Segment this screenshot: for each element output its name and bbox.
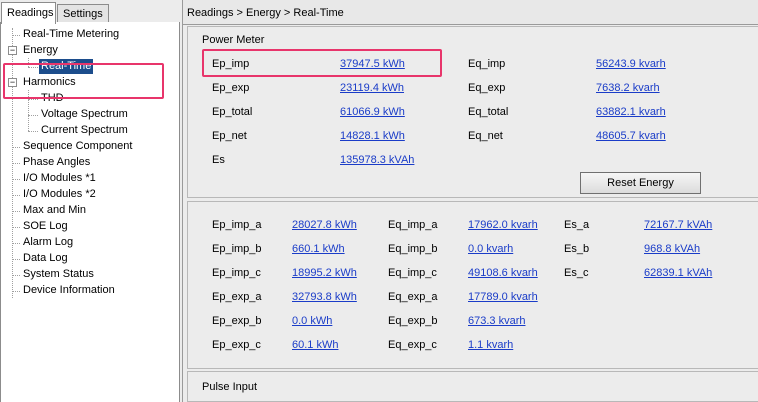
es-c-label: Es_c: [564, 267, 589, 279]
left-panel: Readings Settings − − Real-Time Metering…: [0, 0, 180, 402]
es-a-label: Es_a: [564, 219, 590, 231]
eq-imp-c-label: Eq_imp_c: [388, 267, 437, 279]
tree-branch-line: [12, 291, 20, 292]
tab-settings[interactable]: Settings: [57, 4, 109, 23]
tree-branch-line: [12, 179, 20, 180]
eq-total-label: Eq_total: [468, 106, 509, 118]
ep-exp-b-label: Ep_exp_b: [212, 315, 262, 327]
phase-energy-section: Ep_imp_a 28027.8 kWh Eq_imp_a 17962.0 kv…: [187, 201, 758, 369]
ep-imp-a-value[interactable]: 28027.8 kWh: [292, 219, 357, 231]
ep-total-label: Ep_total: [212, 106, 253, 118]
eq-exp-c-value[interactable]: 1.1 kvarh: [468, 339, 513, 351]
es-a-value[interactable]: 72167.7 kVAh: [644, 219, 712, 231]
eq-total-value[interactable]: 63882.1 kvarh: [596, 106, 666, 118]
eq-imp-a-label: Eq_imp_a: [388, 219, 438, 231]
ep-exp-a-label: Ep_exp_a: [212, 291, 262, 303]
tree-branch-line: [12, 259, 20, 260]
es-b-label: Es_b: [564, 243, 590, 255]
pulse-input-section: Pulse Input: [187, 371, 758, 402]
ep-imp-b-value[interactable]: 660.1 kWh: [292, 243, 345, 255]
highlight-box: [3, 63, 164, 99]
tree-item-voltage-spectrum[interactable]: Voltage Spectrum: [41, 107, 128, 122]
ep-net-value[interactable]: 14828.1 kWh: [340, 130, 405, 142]
ep-imp-label: Ep_imp: [212, 58, 250, 70]
tree-branch-line: [12, 211, 20, 212]
es-c-value[interactable]: 62839.1 kVAh: [644, 267, 712, 279]
tree-branch-line: [12, 163, 20, 164]
tree-item-data-log[interactable]: Data Log: [23, 251, 68, 266]
navigation-tree: − − Real-Time Metering Energy Real-Time …: [0, 22, 180, 402]
ep-exp-c-value[interactable]: 60.1 kWh: [292, 339, 338, 351]
tree-item-max-and-min[interactable]: Max and Min: [23, 203, 86, 218]
ep-exp-label: Ep_exp: [212, 82, 250, 94]
collapse-energy-icon[interactable]: −: [8, 46, 17, 55]
eq-exp-b-value[interactable]: 673.3 kvarh: [468, 315, 525, 327]
eq-exp-label: Eq_exp: [468, 82, 506, 94]
tree-item-io-modules-1[interactable]: I/O Modules *1: [23, 171, 96, 186]
es-label: Es: [212, 154, 225, 166]
ep-net-label: Ep_net: [212, 130, 247, 142]
ep-imp-c-label: Ep_imp_c: [212, 267, 261, 279]
tree-branch-line: [12, 35, 20, 36]
eq-exp-c-label: Eq_exp_c: [388, 339, 437, 351]
eq-imp-b-label: Eq_imp_b: [388, 243, 438, 255]
ep-exp-c-label: Ep_exp_c: [212, 339, 261, 351]
ep-exp-b-value[interactable]: 0.0 kWh: [292, 315, 332, 327]
eq-exp-a-value[interactable]: 17789.0 kvarh: [468, 291, 538, 303]
tab-readings[interactable]: Readings: [1, 2, 56, 24]
ep-exp-value[interactable]: 23119.4 kWh: [340, 82, 404, 94]
section-title: Power Meter: [202, 34, 265, 46]
tree-item-energy[interactable]: Energy: [23, 43, 58, 58]
ep-imp-value[interactable]: 37947.5 kWh: [340, 58, 405, 70]
content-panel: Readings > Energy > Real-Time Power Mete…: [182, 0, 758, 402]
es-b-value[interactable]: 968.8 kVAh: [644, 243, 700, 255]
tree-branch-line: [12, 195, 20, 196]
tree-item-system-status[interactable]: System Status: [23, 267, 94, 282]
tree-item-soe-log[interactable]: SOE Log: [23, 219, 68, 234]
eq-imp-label: Eq_imp: [468, 58, 506, 70]
eq-imp-a-value[interactable]: 17962.0 kvarh: [468, 219, 538, 231]
ep-imp-a-label: Ep_imp_a: [212, 219, 262, 231]
tree-branch-line: [28, 99, 38, 100]
eq-imp-b-value[interactable]: 0.0 kvarh: [468, 243, 513, 255]
tree-item-phase-angles[interactable]: Phase Angles: [23, 155, 90, 170]
tree-item-sequence-component[interactable]: Sequence Component: [23, 139, 132, 154]
ep-exp-a-value[interactable]: 32793.8 kWh: [292, 291, 357, 303]
reset-energy-button[interactable]: Reset Energy: [580, 172, 701, 194]
eq-net-value[interactable]: 48605.7 kvarh: [596, 130, 666, 142]
tree-item-device-information[interactable]: Device Information: [23, 283, 115, 298]
eq-exp-value[interactable]: 7638.2 kvarh: [596, 82, 660, 94]
tab-bar: Readings Settings: [0, 2, 180, 24]
eq-exp-a-label: Eq_exp_a: [388, 291, 438, 303]
eq-imp-value[interactable]: 56243.9 kvarh: [596, 58, 666, 70]
tree-item-current-spectrum[interactable]: Current Spectrum: [41, 123, 128, 138]
ep-imp-b-label: Ep_imp_b: [212, 243, 262, 255]
power-meter-section: Power Meter Ep_imp 37947.5 kWh Eq_imp 56…: [187, 26, 758, 198]
tree-branch-line: [28, 131, 38, 132]
ep-total-value[interactable]: 61066.9 kWh: [340, 106, 405, 118]
tree-item-alarm-log[interactable]: Alarm Log: [23, 235, 73, 250]
section-title: Pulse Input: [202, 381, 258, 393]
ep-imp-c-value[interactable]: 18995.2 kWh: [292, 267, 357, 279]
breadcrumb: Readings > Energy > Real-Time: [183, 0, 758, 25]
eq-exp-b-label: Eq_exp_b: [388, 315, 438, 327]
tree-branch-line: [12, 147, 20, 148]
tree-branch-line: [28, 115, 38, 116]
eq-net-label: Eq_net: [468, 130, 503, 142]
eq-imp-c-value[interactable]: 49108.6 kvarh: [468, 267, 538, 279]
tree-branch-line: [12, 243, 20, 244]
tree-branch-line: [12, 227, 20, 228]
tree-item-real-time-metering[interactable]: Real-Time Metering: [23, 27, 119, 42]
es-value[interactable]: 135978.3 kVAh: [340, 154, 414, 166]
tree-branch-line: [12, 275, 20, 276]
tree-item-io-modules-2[interactable]: I/O Modules *2: [23, 187, 96, 202]
